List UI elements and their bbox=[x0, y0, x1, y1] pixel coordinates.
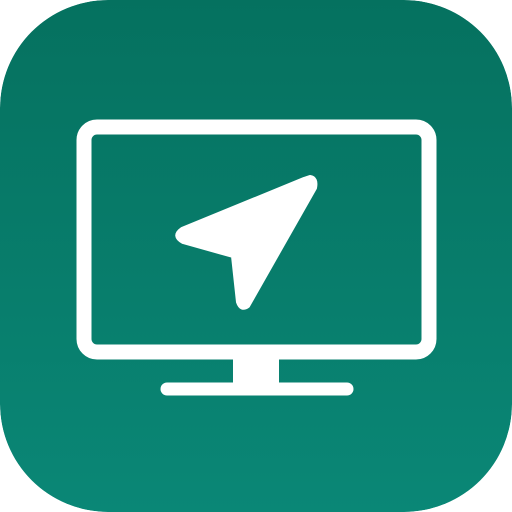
monitor-neck bbox=[233, 352, 279, 386]
app-icon[interactable] bbox=[0, 0, 512, 512]
app-icon-graphic bbox=[0, 0, 512, 512]
